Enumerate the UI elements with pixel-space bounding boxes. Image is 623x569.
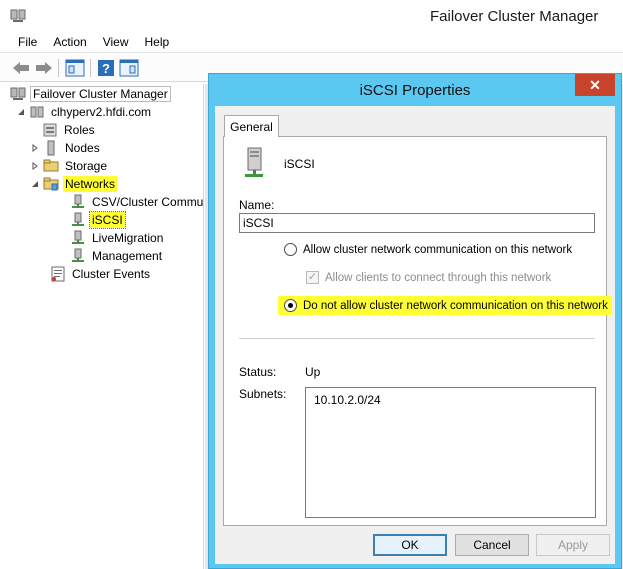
tree-item-cluster-events[interactable]: Cluster Events bbox=[50, 265, 152, 283]
cluster-manager-icon bbox=[10, 9, 26, 22]
tree-root[interactable]: Failover Cluster Manager bbox=[10, 85, 171, 103]
allow-cluster-radio[interactable] bbox=[284, 243, 297, 256]
status-value: Up bbox=[305, 365, 321, 379]
menu-file[interactable]: File bbox=[10, 32, 45, 52]
menu-view[interactable]: View bbox=[95, 32, 137, 52]
tree-item-label: Networks bbox=[63, 176, 118, 192]
tree-item-nodes[interactable]: Nodes bbox=[30, 139, 102, 157]
iscsi-properties-dialog: iSCSI Properties ✕ General iSCSI Name: i… bbox=[208, 73, 622, 569]
menu-bar: File Action View Help bbox=[0, 32, 623, 52]
expand-icon[interactable] bbox=[30, 143, 40, 153]
tree-network-label: iSCSI bbox=[89, 211, 126, 229]
general-tab-panel: iSCSI Name: Allow cluster network commun… bbox=[223, 136, 612, 526]
show-hide-pane-button[interactable] bbox=[64, 57, 86, 79]
subnet-item: 10.10.2.0/24 bbox=[314, 393, 381, 407]
allow-cluster-option[interactable]: Allow cluster network communication on t… bbox=[284, 243, 572, 256]
cluster-events-icon bbox=[51, 266, 65, 282]
tree-network-label: CSV/Cluster Commu bbox=[92, 195, 204, 209]
collapse-icon[interactable] bbox=[16, 107, 26, 117]
roles-icon bbox=[43, 123, 57, 137]
tree-item-networks[interactable]: Networks bbox=[30, 175, 118, 193]
tree-item-label: Cluster Events bbox=[72, 267, 151, 281]
section-divider bbox=[239, 338, 595, 339]
tree-item-label: Roles bbox=[64, 123, 95, 137]
action-pane-icon bbox=[119, 59, 139, 77]
subnets-list[interactable]: 10.10.2.0/24 bbox=[305, 387, 596, 518]
console-tree-icon bbox=[65, 59, 85, 77]
network-icon bbox=[72, 230, 84, 244]
storage-icon bbox=[43, 159, 59, 172]
tab-general[interactable]: General bbox=[224, 115, 279, 137]
tree-network-iscsi[interactable]: iSCSI bbox=[70, 211, 126, 229]
network-icon bbox=[72, 248, 84, 262]
ok-button[interactable]: OK bbox=[373, 534, 447, 556]
tree-item-label: Storage bbox=[65, 159, 108, 173]
help-button[interactable]: ? bbox=[95, 57, 117, 79]
tree-item-label: Nodes bbox=[65, 141, 100, 155]
name-input[interactable] bbox=[239, 213, 595, 233]
deny-cluster-option[interactable]: Do not allow cluster network communicati… bbox=[278, 296, 612, 315]
allow-clients-option: ✓ Allow clients to connect through this … bbox=[306, 271, 551, 284]
tree-root-label: Failover Cluster Manager bbox=[30, 86, 171, 102]
deny-cluster-radio[interactable] bbox=[284, 299, 297, 312]
properties-pane-button[interactable] bbox=[118, 57, 140, 79]
tree-cluster[interactable]: clhyperv2.hfdi.com bbox=[16, 103, 153, 121]
network-icon bbox=[72, 212, 84, 226]
menu-action[interactable]: Action bbox=[45, 32, 94, 52]
dialog-title: iSCSI Properties bbox=[359, 82, 471, 99]
networks-icon bbox=[43, 177, 59, 191]
apply-button[interactable]: Apply bbox=[536, 534, 610, 556]
nodes-icon bbox=[47, 140, 55, 156]
tree-item-roles[interactable]: Roles bbox=[42, 121, 97, 139]
allow-clients-checkbox: ✓ bbox=[306, 271, 319, 284]
allow-cluster-label: Allow cluster network communication on t… bbox=[303, 243, 573, 256]
network-server-icon bbox=[245, 147, 263, 177]
svg-text:?: ? bbox=[102, 61, 110, 76]
toolbar-separator bbox=[90, 59, 91, 77]
desktop: Failover Cluster Manager File Action Vie… bbox=[0, 0, 623, 569]
subnets-label: Subnets: bbox=[239, 387, 287, 401]
back-button[interactable] bbox=[10, 57, 32, 79]
cancel-button[interactable]: Cancel bbox=[455, 534, 529, 556]
menu-help[interactable]: Help bbox=[137, 32, 178, 52]
tree-network-livemigration[interactable]: LiveMigration bbox=[70, 229, 165, 247]
allow-clients-label: Allow clients to connect through this ne… bbox=[325, 271, 552, 284]
forward-arrow-icon bbox=[36, 62, 52, 74]
tree-network-label: LiveMigration bbox=[92, 231, 164, 245]
forward-button[interactable] bbox=[33, 57, 55, 79]
cluster-icon bbox=[30, 106, 44, 118]
network-name-display: iSCSI bbox=[284, 157, 315, 171]
close-icon: ✕ bbox=[589, 76, 601, 93]
collapse-icon[interactable] bbox=[30, 179, 40, 189]
tree-network-management[interactable]: Management bbox=[70, 247, 164, 265]
window-title: Failover Cluster Manager bbox=[430, 8, 599, 25]
back-arrow-icon bbox=[13, 62, 29, 74]
dialog-body: General iSCSI Name: Allow cluster networ… bbox=[215, 106, 615, 564]
tree-network-label: Management bbox=[92, 249, 163, 263]
tree-cluster-label: clhyperv2.hfdi.com bbox=[51, 105, 152, 119]
toolbar-separator bbox=[58, 59, 59, 77]
name-label: Name: bbox=[239, 198, 275, 212]
title-bar: Failover Cluster Manager bbox=[0, 0, 623, 32]
expand-icon[interactable] bbox=[30, 161, 40, 171]
deny-cluster-label: Do not allow cluster network communicati… bbox=[303, 299, 608, 312]
navigation-tree: Failover Cluster Manager clhyperv2.hfdi.… bbox=[6, 84, 204, 569]
help-icon: ? bbox=[98, 60, 114, 76]
network-icon bbox=[72, 194, 84, 208]
tree-item-storage[interactable]: Storage bbox=[30, 157, 109, 175]
status-label: Status: bbox=[239, 365, 277, 379]
close-button[interactable]: ✕ bbox=[575, 74, 615, 96]
cluster-manager-icon bbox=[10, 87, 26, 100]
tree-network-csv[interactable]: CSV/Cluster Commu bbox=[70, 193, 204, 211]
